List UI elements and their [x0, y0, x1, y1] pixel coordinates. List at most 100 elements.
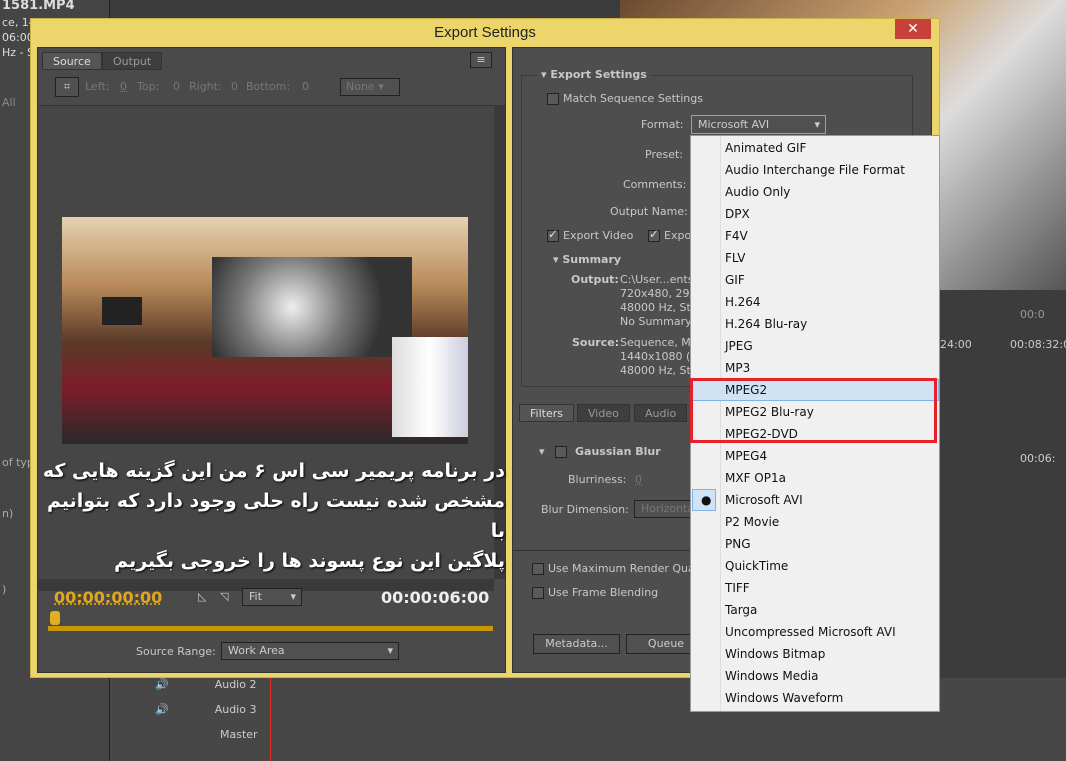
track-audio-2[interactable]: Audio 2: [215, 678, 257, 691]
export-settings-heading[interactable]: ▾ Export Settings: [537, 68, 651, 81]
match-sequence-checkbox[interactable]: [547, 93, 559, 105]
zoom-dropdown[interactable]: Fit ▾: [242, 588, 302, 606]
mark-in-icon[interactable]: ◺: [198, 590, 206, 603]
export-video-checkbox[interactable]: [547, 227, 559, 242]
overlay-line: در برنامه پریمیر سی اس ۶ من این گزینه ها…: [42, 460, 505, 482]
speaker-icon[interactable]: 🔊: [155, 703, 169, 716]
timecode: 00:06:: [1020, 452, 1056, 465]
format-label: Format:: [641, 118, 684, 131]
tab-output[interactable]: Output: [102, 52, 163, 70]
tab-source[interactable]: Source: [42, 52, 102, 70]
summary-heading[interactable]: ▾ Summary: [553, 253, 621, 266]
format-option[interactable]: F4V: [725, 225, 748, 247]
format-option[interactable]: Targa: [725, 599, 757, 621]
crop-right-value[interactable]: 0: [231, 80, 238, 93]
panel-menu-icon[interactable]: ≡: [470, 52, 492, 68]
current-timecode[interactable]: 00:00:00:00: [54, 588, 162, 607]
collapse-icon[interactable]: ▾: [539, 445, 545, 458]
format-option[interactable]: Animated GIF: [725, 137, 806, 159]
crop-aspect-dropdown[interactable]: None ▾: [340, 78, 400, 96]
timecode: 00:08:32:0: [1010, 338, 1066, 351]
format-option[interactable]: QuickTime: [725, 555, 788, 577]
blur-dimension-dropdown[interactable]: Horizonta: [634, 500, 694, 518]
summary-source-label: Source:: [572, 336, 620, 349]
overlay-line: پلاگین این نوع پسوند ها را خروجی بگیریم: [114, 550, 505, 572]
format-option[interactable]: Microsoft AVI: [725, 489, 803, 511]
timeline-playhead[interactable]: [270, 678, 271, 761]
crop-left-value[interactable]: 0: [120, 80, 127, 93]
source-video-frame: [62, 217, 468, 444]
crop-right-label: Right:: [189, 80, 222, 93]
format-option[interactable]: MP3: [725, 357, 750, 379]
tab-filters[interactable]: Filters: [519, 404, 574, 422]
timecode: 24:00: [940, 338, 972, 351]
dialog-title: Export Settings: [434, 24, 536, 41]
mark-out-icon[interactable]: ◹: [220, 590, 228, 603]
effects-text: ): [2, 583, 7, 596]
gaussian-blur-checkbox[interactable]: [555, 446, 567, 458]
tab-video[interactable]: Video: [577, 404, 630, 422]
crop-bottom-value[interactable]: 0: [302, 80, 309, 93]
format-option[interactable]: FLV: [725, 247, 745, 269]
video-detail: [212, 257, 412, 357]
selected-bullet-icon: ●: [701, 493, 712, 507]
crop-bottom-label: Bottom:: [246, 80, 291, 93]
format-value: Microsoft AVI: [698, 118, 770, 131]
format-option[interactable]: Windows Waveform: [725, 687, 843, 709]
format-option[interactable]: JPEG: [725, 335, 753, 357]
track-master[interactable]: Master: [220, 728, 258, 741]
source-range-dropdown[interactable]: Work Area ▾: [221, 642, 399, 660]
source-range-label: Source Range:: [136, 645, 216, 658]
frame-blending-checkbox[interactable]: [532, 587, 544, 599]
max-render-quality-label: Use Maximum Render Qualit: [548, 562, 706, 575]
close-button[interactable]: ✕: [895, 19, 931, 39]
tab-audio[interactable]: Audio: [634, 404, 688, 422]
blur-dimension-label: Blur Dimension:: [541, 503, 629, 516]
export-video-label: Export Video: [563, 229, 634, 242]
metadata-button[interactable]: Metadata...: [533, 634, 620, 654]
crop-aspect-value: None: [346, 80, 375, 93]
playhead-handle[interactable]: [50, 611, 60, 625]
overlay-line: مشخص شده نیست راه حلی وجود دارد که بتوان…: [47, 490, 505, 542]
filter-all[interactable]: All: [2, 96, 16, 109]
format-option[interactable]: PNG: [725, 533, 751, 555]
crop-top-value[interactable]: 0: [173, 80, 180, 93]
gaussian-blur-label: Gaussian Blur: [575, 445, 661, 458]
format-option[interactable]: H.264: [725, 291, 761, 313]
format-option[interactable]: DPX: [725, 203, 750, 225]
format-option[interactable]: H.264 Blu-ray: [725, 313, 807, 335]
overlay-question-text: در برنامه پریمیر سی اس ۶ من این گزینه ها…: [40, 456, 505, 576]
blurriness-value[interactable]: 0: [635, 473, 642, 486]
crop-icon[interactable]: ⌗: [55, 77, 79, 97]
effects-text: n): [2, 507, 14, 520]
format-option[interactable]: TIFF: [725, 577, 750, 599]
timecode: 00:0: [1020, 308, 1045, 321]
speaker-icon[interactable]: 🔊: [155, 678, 169, 691]
format-dropdown[interactable]: Microsoft AVI ▾: [691, 115, 826, 134]
work-area-bar[interactable]: [48, 626, 493, 631]
format-option[interactable]: Windows Media: [725, 665, 818, 687]
highlight-annotation-box: [690, 378, 937, 443]
duration-timecode: 00:00:06:00: [381, 588, 490, 607]
output-name-label: Output Name:: [610, 205, 688, 218]
frame-blending-label: Use Frame Blending: [548, 586, 659, 599]
format-option[interactable]: Audio Interchange File Format: [725, 159, 905, 181]
section-title: Export Settings: [550, 68, 647, 81]
format-option[interactable]: Windows Bitmap: [725, 643, 825, 665]
comments-label: Comments:: [623, 178, 687, 191]
zoom-value: Fit: [249, 590, 262, 603]
format-option[interactable]: Uncompressed Microsoft AVI: [725, 621, 896, 643]
blurriness-label: Blurriness:: [568, 473, 627, 486]
format-option[interactable]: P2 Movie: [725, 511, 779, 533]
format-option[interactable]: MPEG4: [725, 445, 767, 467]
format-option[interactable]: MXF OP1a: [725, 467, 786, 489]
export-audio-checkbox[interactable]: [648, 227, 660, 242]
format-option[interactable]: GIF: [725, 269, 745, 291]
preset-label: Preset:: [645, 148, 684, 161]
format-option[interactable]: Audio Only: [725, 181, 790, 203]
summary-output-label: Output:: [571, 273, 619, 286]
match-sequence-label: Match Sequence Settings: [563, 92, 703, 105]
track-audio-3[interactable]: Audio 3: [215, 703, 257, 716]
summary-title: Summary: [562, 253, 622, 266]
max-render-quality-checkbox[interactable]: [532, 563, 544, 575]
